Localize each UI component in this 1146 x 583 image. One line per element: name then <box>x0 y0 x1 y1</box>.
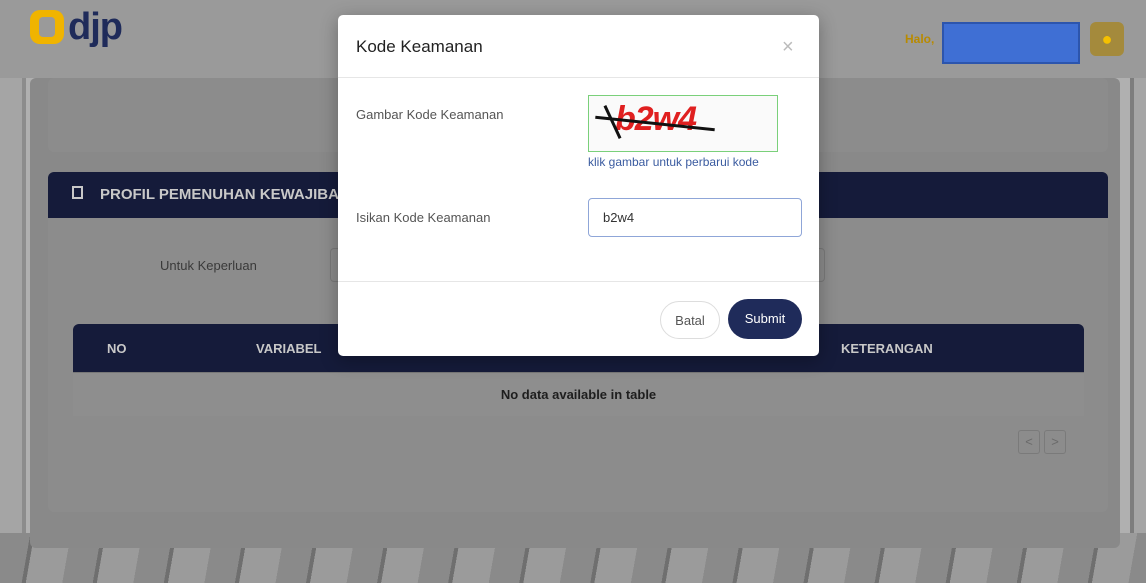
code-input-label: Isikan Kode Keamanan <box>356 210 491 225</box>
close-icon[interactable]: × <box>782 37 794 57</box>
captcha-image[interactable]: b2w4 <box>588 95 778 152</box>
modal-footer-divider <box>338 281 819 282</box>
security-code-modal: Kode Keamanan × Gambar Kode Keamanan b2w… <box>338 15 819 356</box>
captcha-label: Gambar Kode Keamanan <box>356 107 504 122</box>
cancel-button[interactable]: Batal <box>660 301 720 339</box>
submit-button[interactable]: Submit <box>728 299 802 339</box>
modal-header-divider <box>338 77 819 78</box>
modal-title: Kode Keamanan <box>356 37 483 56</box>
captcha-refresh-hint[interactable]: klik gambar untuk perbarui kode <box>588 155 759 169</box>
security-code-input[interactable] <box>588 198 802 237</box>
